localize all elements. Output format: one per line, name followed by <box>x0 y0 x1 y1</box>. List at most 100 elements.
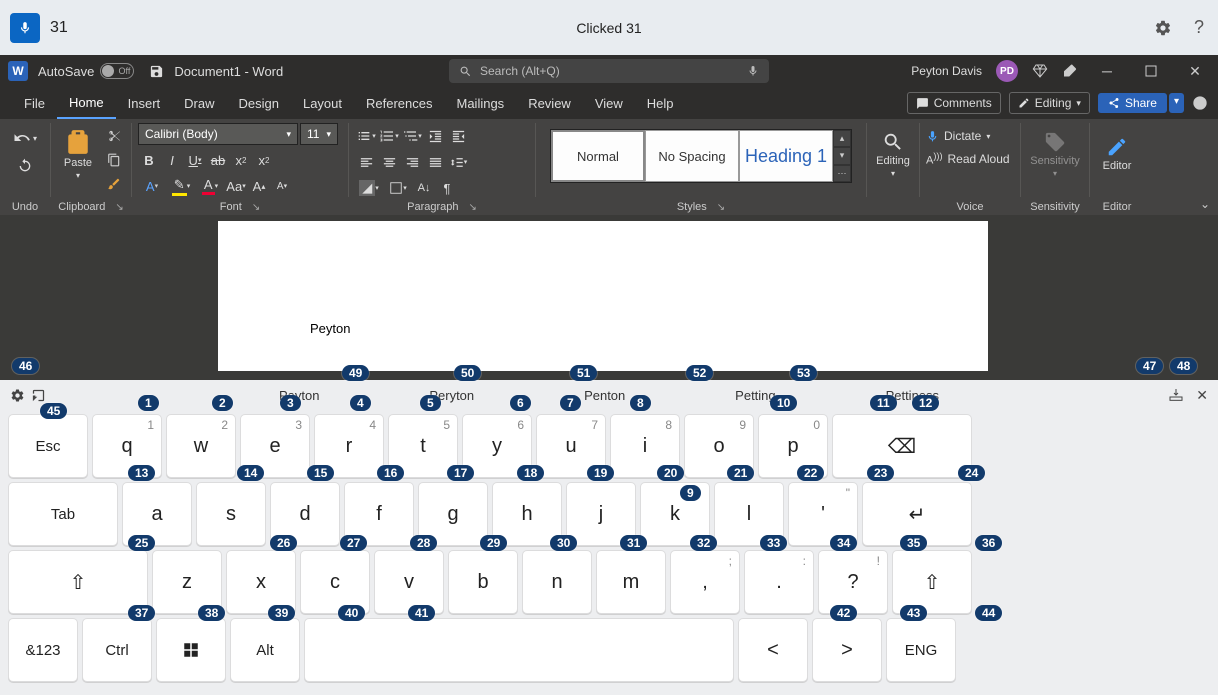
font-name-select[interactable]: Calibri (Body)▾ <box>138 123 298 145</box>
key-⊞[interactable] <box>156 618 226 682</box>
copy-button[interactable] <box>103 149 125 171</box>
search-input[interactable]: Search (Alt+Q) <box>449 59 769 83</box>
key-⇧[interactable]: ⇧ <box>892 550 972 614</box>
paste-button[interactable]: Paste ▾ <box>57 123 99 185</box>
tab-insert[interactable]: Insert <box>116 87 173 119</box>
key-space[interactable] <box>304 618 734 682</box>
font-launcher[interactable]: ↘ <box>252 202 260 213</box>
tab-review[interactable]: Review <box>516 87 583 119</box>
bullets-button[interactable]: ▾ <box>355 125 377 147</box>
strikethrough-button[interactable]: ab <box>207 149 229 171</box>
tab-references[interactable]: References <box>354 87 444 119</box>
justify-button[interactable] <box>424 151 446 173</box>
save-button[interactable] <box>148 63 164 79</box>
diamond-icon[interactable] <box>1032 63 1048 79</box>
tab-view[interactable]: View <box>583 87 635 119</box>
editing-mode-button[interactable]: Editing ▾ <box>1009 92 1090 114</box>
line-spacing-button[interactable]: ▾ <box>447 151 469 173</box>
tab-file[interactable]: File <box>12 87 57 119</box>
collapse-ribbon[interactable]: ⌄ <box>1200 197 1210 211</box>
editing-find-button[interactable]: Editing ▾ <box>873 123 913 185</box>
settings-icon[interactable] <box>1154 19 1172 37</box>
gallery-down[interactable]: ▾ <box>833 147 851 164</box>
dictate-button[interactable]: Dictate ▾ <box>926 129 990 143</box>
suggestion-item[interactable]: Penton <box>584 388 625 403</box>
maximize-button[interactable] <box>1136 56 1166 86</box>
key-c[interactable]: c <box>300 550 370 614</box>
font-color-button[interactable]: A▾ <box>196 175 224 197</box>
sort-button[interactable]: A↓ <box>413 177 435 199</box>
key-.[interactable]: .: <box>744 550 814 614</box>
search-mic-icon[interactable] <box>747 65 759 77</box>
key-Tab[interactable]: Tab <box>8 482 118 546</box>
share-dropdown[interactable]: ▾ <box>1169 93 1184 113</box>
numbering-button[interactable]: ▾ <box>378 125 400 147</box>
clipboard-launcher[interactable]: ↘ <box>115 202 123 213</box>
subscript-button[interactable]: x2 <box>230 149 252 171</box>
undo-button[interactable]: ▾ <box>8 127 42 149</box>
document-page[interactable]: Peyton <box>218 221 988 371</box>
increase-indent-button[interactable] <box>447 125 469 147</box>
present-icon[interactable] <box>1192 95 1208 111</box>
key-v[interactable]: v <box>374 550 444 614</box>
osk-dock-icon[interactable] <box>1168 387 1184 403</box>
shrink-font-button[interactable]: A▾ <box>271 175 293 197</box>
key-b[interactable]: b <box>448 550 518 614</box>
toggle-switch[interactable]: Off <box>100 63 134 79</box>
tab-home[interactable]: Home <box>57 87 116 119</box>
minimize-button[interactable]: ─ <box>1092 56 1122 86</box>
style-normal[interactable]: Normal <box>551 130 645 182</box>
borders-button[interactable]: ▾ <box>384 177 412 199</box>
cut-button[interactable] <box>103 125 125 147</box>
help-icon[interactable]: ? <box>1190 19 1208 37</box>
key-n[interactable]: n <box>522 550 592 614</box>
grow-font-button[interactable]: A▴ <box>248 175 270 197</box>
key-Alt[interactable]: Alt <box>230 618 300 682</box>
styles-launcher[interactable]: ↘ <box>717 202 725 213</box>
gallery-up[interactable]: ▴ <box>833 130 851 147</box>
key-m[interactable]: m <box>596 550 666 614</box>
italic-button[interactable]: I <box>161 149 183 171</box>
align-center-button[interactable] <box>378 151 400 173</box>
key-<[interactable]: < <box>738 618 808 682</box>
key-s[interactable]: s <box>196 482 266 546</box>
styles-gallery[interactable]: Normal No Spacing Heading 1 ▴ ▾ ⋯ <box>550 129 852 183</box>
shading-button[interactable]: ◢▾ <box>355 177 383 199</box>
repeat-button[interactable] <box>14 155 36 177</box>
avatar[interactable]: PD <box>996 60 1018 82</box>
key-ENG[interactable]: ENG <box>886 618 956 682</box>
change-case-button[interactable]: Aa▾ <box>225 175 247 197</box>
osk-undock-icon[interactable] <box>31 388 46 403</box>
style-no-spacing[interactable]: No Spacing <box>645 130 739 182</box>
superscript-button[interactable]: x2 <box>253 149 275 171</box>
tab-design[interactable]: Design <box>227 87 291 119</box>
key-Ctrl[interactable]: Ctrl <box>82 618 152 682</box>
key-Esc[interactable]: Esc <box>8 414 88 478</box>
tab-mailings[interactable]: Mailings <box>445 87 517 119</box>
close-button[interactable]: ✕ <box>1180 56 1210 86</box>
key-⇧[interactable]: ⇧ <box>8 550 148 614</box>
align-left-button[interactable] <box>355 151 377 173</box>
underline-button[interactable]: U▾ <box>184 149 206 171</box>
align-right-button[interactable] <box>401 151 423 173</box>
decrease-indent-button[interactable] <box>424 125 446 147</box>
osk-close-icon[interactable]: ✕ <box>1196 387 1208 404</box>
share-button[interactable]: Share <box>1098 93 1167 113</box>
key->[interactable]: > <box>812 618 882 682</box>
tab-draw[interactable]: Draw <box>172 87 226 119</box>
editor-button[interactable]: Editor <box>1096 123 1138 185</box>
osk-settings-icon[interactable] <box>10 388 25 403</box>
key-,[interactable]: ,; <box>670 550 740 614</box>
text-effects-button[interactable]: A▾ <box>138 175 166 197</box>
sensitivity-button[interactable]: Sensitivity ▾ <box>1032 123 1078 185</box>
tab-layout[interactable]: Layout <box>291 87 354 119</box>
comments-button[interactable]: Comments <box>907 92 1001 114</box>
key-?[interactable]: ?! <box>818 550 888 614</box>
multilevel-button[interactable]: ▾ <box>401 125 423 147</box>
show-marks-button[interactable]: ¶ <box>436 177 458 199</box>
key-w[interactable]: w2 <box>166 414 236 478</box>
autosave-toggle[interactable]: AutoSave Off <box>38 63 134 79</box>
font-size-select[interactable]: 11▾ <box>300 123 338 145</box>
highlight-button[interactable]: ✎▾ <box>167 175 195 197</box>
key-&123[interactable]: &123 <box>8 618 78 682</box>
